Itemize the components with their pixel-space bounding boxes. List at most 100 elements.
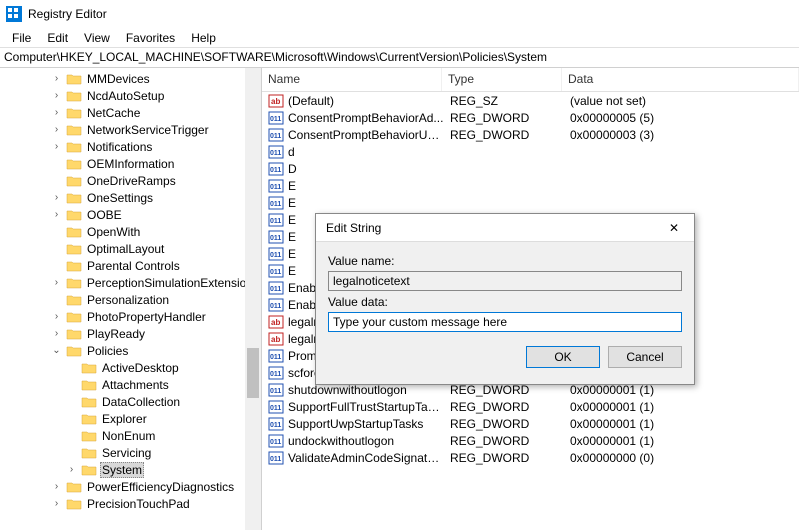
folder-icon [81, 446, 97, 460]
tree-item[interactable]: Parental Controls [0, 257, 261, 274]
dialog-titlebar[interactable]: Edit String ✕ [316, 214, 694, 242]
col-type[interactable]: Type [442, 68, 562, 91]
tree-item[interactable]: ›PerceptionSimulationExtensions [0, 274, 261, 291]
folder-icon [66, 276, 82, 290]
value-data: 0x00000003 (3) [564, 128, 799, 142]
expander-icon[interactable]: › [50, 277, 63, 288]
expander-icon[interactable]: › [50, 192, 63, 203]
list-row[interactable]: 011undockwithoutlogonREG_DWORD0x00000001… [262, 432, 799, 449]
edit-string-dialog: Edit String ✕ Value name: Value data: OK… [315, 213, 695, 385]
tree-item[interactable]: › OneSettings [0, 189, 261, 206]
tree-item[interactable]: OEMInformation [0, 155, 261, 172]
folder-icon [66, 89, 82, 103]
expander-icon[interactable]: › [50, 90, 63, 101]
dword-value-icon: 011 [268, 213, 284, 227]
expander-icon[interactable]: › [50, 481, 63, 492]
tree-item[interactable]: OpenWith [0, 223, 261, 240]
list-row[interactable]: 011E [262, 194, 799, 211]
tree-item[interactable]: Servicing [0, 444, 261, 461]
scrollbar-thumb[interactable] [247, 348, 259, 398]
value-name-input[interactable] [328, 271, 682, 291]
folder-icon [66, 72, 82, 86]
tree-item[interactable]: ›Notifications [0, 138, 261, 155]
expander-icon[interactable]: › [50, 328, 63, 339]
cancel-button[interactable]: Cancel [608, 346, 682, 368]
svg-text:ab: ab [271, 97, 280, 106]
folder-icon [66, 497, 82, 511]
value-data-input[interactable] [328, 312, 682, 332]
svg-text:011: 011 [270, 422, 281, 429]
list-row[interactable]: 011SupportUwpStartupTasksREG_DWORD0x0000… [262, 415, 799, 432]
app-icon [6, 6, 22, 22]
tree-item[interactable]: ActiveDesktop [0, 359, 261, 376]
dword-value-icon: 011 [268, 247, 284, 261]
tree-item[interactable]: ›NcdAutoSetup [0, 87, 261, 104]
expander-icon[interactable]: › [50, 141, 63, 152]
menu-help[interactable]: Help [183, 29, 224, 47]
tree-item[interactable]: ›PhotoPropertyHandler [0, 308, 261, 325]
menu-view[interactable]: View [76, 29, 118, 47]
expander-icon[interactable]: › [50, 498, 63, 509]
tree-item[interactable]: ›NetCache [0, 104, 261, 121]
tree-item[interactable]: ›PrecisionTouchPad [0, 495, 261, 512]
tree-item-label: ActiveDesktop [100, 361, 181, 375]
list-row[interactable]: 011ConsentPromptBehaviorAd...REG_DWORD0x… [262, 109, 799, 126]
expander-icon[interactable]: › [65, 464, 78, 475]
value-name: ConsentPromptBehaviorUser [288, 128, 444, 142]
dword-value-icon: 011 [268, 111, 284, 125]
col-data[interactable]: Data [562, 68, 799, 91]
value-type: REG_DWORD [444, 128, 564, 142]
tree-item[interactable]: ›System [0, 461, 261, 478]
list-row[interactable]: 011E [262, 177, 799, 194]
list-row[interactable]: 011d [262, 143, 799, 160]
svg-text:011: 011 [270, 456, 281, 463]
tree-item[interactable]: ›OOBE [0, 206, 261, 223]
tree-item[interactable]: OptimalLayout [0, 240, 261, 257]
list-row[interactable]: 011SupportFullTrustStartupTasksREG_DWORD… [262, 398, 799, 415]
tree-item-label: OneSettings [85, 191, 155, 205]
menu-edit[interactable]: Edit [39, 29, 76, 47]
folder-icon [66, 310, 82, 324]
tree-item[interactable]: Explorer [0, 410, 261, 427]
expander-icon[interactable]: ⌄ [50, 345, 63, 356]
expander-icon[interactable]: › [50, 73, 63, 84]
tree-item[interactable]: ›PlayReady [0, 325, 261, 342]
expander-icon[interactable]: › [50, 311, 63, 322]
svg-text:011: 011 [270, 201, 281, 208]
tree-item-label: MMDevices [85, 72, 152, 86]
tree-item-label: OEMInformation [85, 157, 176, 171]
dword-value-icon: 011 [268, 162, 284, 176]
expander-icon[interactable]: › [50, 124, 63, 135]
tree-item[interactable]: Attachments [0, 376, 261, 393]
svg-text:011: 011 [270, 252, 281, 259]
col-name[interactable]: Name [262, 68, 442, 91]
menu-file[interactable]: File [4, 29, 39, 47]
menu-favorites[interactable]: Favorites [118, 29, 183, 47]
list-row[interactable]: ab(Default)REG_SZ(value not set) [262, 92, 799, 109]
window-title: Registry Editor [28, 7, 107, 21]
list-row[interactable]: 011D [262, 160, 799, 177]
value-data: 0x00000001 (1) [564, 417, 799, 431]
tree-pane[interactable]: › MMDevices›NcdAutoSetup›NetCache›Network… [0, 68, 262, 530]
tree-scrollbar[interactable] [245, 68, 261, 530]
window-titlebar: Registry Editor [0, 0, 799, 28]
tree-item[interactable]: NonEnum [0, 427, 261, 444]
ok-button[interactable]: OK [526, 346, 600, 368]
folder-icon [66, 123, 82, 137]
value-name: SupportFullTrustStartupTasks [288, 400, 444, 414]
svg-text:011: 011 [270, 150, 281, 157]
list-row[interactable]: 011ConsentPromptBehaviorUserREG_DWORD0x0… [262, 126, 799, 143]
tree-item[interactable]: OneDriveRamps [0, 172, 261, 189]
expander-icon[interactable]: › [50, 107, 63, 118]
folder-icon [81, 378, 97, 392]
dialog-close-button[interactable]: ✕ [654, 214, 694, 242]
tree-item[interactable]: ⌄Policies [0, 342, 261, 359]
tree-item[interactable]: ›PowerEfficiencyDiagnostics [0, 478, 261, 495]
tree-item[interactable]: ›NetworkServiceTrigger [0, 121, 261, 138]
expander-icon[interactable]: › [50, 209, 63, 220]
tree-item[interactable]: DataCollection [0, 393, 261, 410]
list-row[interactable]: 011ValidateAdminCodeSignatur...REG_DWORD… [262, 449, 799, 466]
tree-item[interactable]: › MMDevices [0, 70, 261, 87]
tree-item[interactable]: Personalization [0, 291, 261, 308]
address-bar[interactable]: Computer\HKEY_LOCAL_MACHINE\SOFTWARE\Mic… [0, 48, 799, 68]
